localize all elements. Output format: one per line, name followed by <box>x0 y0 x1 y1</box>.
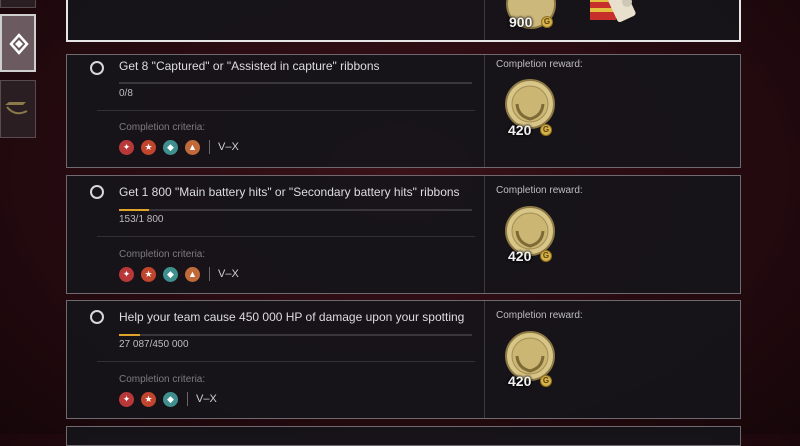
destroyer-icon: ✦ <box>119 266 134 282</box>
progress-fill <box>119 209 149 211</box>
tier-separator <box>209 267 210 281</box>
cruiser-icon: ★ <box>141 266 156 282</box>
criteria-label: Completion criteria: <box>119 122 206 133</box>
card-divider <box>484 0 485 40</box>
progress-bar <box>119 334 472 336</box>
card-divider <box>484 301 485 418</box>
task-title: Get 8 "Captured" or "Assisted in capture… <box>119 59 380 73</box>
tier-separator <box>187 392 188 406</box>
task-status-radio[interactable] <box>90 61 104 75</box>
progress-text: 0/8 <box>119 88 133 99</box>
reward-amount: 420 <box>508 248 532 264</box>
destroyer-icon: ✦ <box>119 139 134 155</box>
task-card-top[interactable]: 900 G <box>66 0 741 42</box>
task-status-radio[interactable] <box>90 310 104 324</box>
task-card[interactable]: Get 1 800 "Main battery hits" or "Second… <box>66 175 741 294</box>
coin-icon: G <box>541 16 553 28</box>
ship-class-list: ✦ ★ ◆ V–X <box>119 391 217 407</box>
reward-amount: 420 <box>508 373 532 389</box>
sidebar-tab-laurel[interactable] <box>0 80 36 138</box>
progress-fill <box>119 334 141 336</box>
destroyer-icon: ✦ <box>119 391 134 407</box>
task-title: Help your team cause 450 000 HP of damag… <box>119 310 465 324</box>
reward-amount: 900 <box>509 14 533 30</box>
progress-text: 153/1 800 <box>119 214 164 225</box>
task-card[interactable]: Get 8 "Captured" or "Assisted in capture… <box>66 54 741 168</box>
reward-label: Completion reward: <box>496 185 583 196</box>
tier-range: V–X <box>218 141 239 153</box>
task-title: Get 1 800 "Main battery hits" or "Second… <box>119 185 460 199</box>
task-card-bottom[interactable] <box>66 426 741 446</box>
ship-class-list: ✦ ★ ◆ ▲ V–X <box>119 139 239 155</box>
criteria-label: Completion criteria: <box>119 249 206 260</box>
section-divider <box>97 236 475 237</box>
diamond-emblem-icon <box>9 33 29 55</box>
aircraft-carrier-icon: ▲ <box>185 266 200 282</box>
section-divider <box>97 110 475 111</box>
card-divider <box>484 176 485 293</box>
progress-bar <box>119 209 472 211</box>
criteria-label: Completion criteria: <box>119 374 206 385</box>
sidebar <box>0 0 40 434</box>
coin-icon: G <box>540 124 552 136</box>
reward-amount: 420 <box>508 122 532 138</box>
progress-text: 27 087/450 000 <box>119 339 189 350</box>
sidebar-tab-previous[interactable] <box>0 0 36 8</box>
battleship-icon: ◆ <box>163 391 178 407</box>
reward-label: Completion reward: <box>496 59 583 70</box>
task-card[interactable]: Help your team cause 450 000 HP of damag… <box>66 300 741 419</box>
cruiser-icon: ★ <box>141 391 156 407</box>
tier-range: V–X <box>218 268 239 280</box>
section-divider <box>97 361 475 362</box>
tier-separator <box>209 140 210 154</box>
ship-class-list: ✦ ★ ◆ ▲ V–X <box>119 266 239 282</box>
task-status-radio[interactable] <box>90 185 104 199</box>
signal-flags-icon <box>590 0 636 23</box>
battleship-icon: ◆ <box>163 266 178 282</box>
progress-bar <box>119 82 472 84</box>
laurel-ship-icon <box>5 102 28 115</box>
coin-icon: G <box>540 250 552 262</box>
coin-icon: G <box>540 375 552 387</box>
tier-range: V–X <box>196 393 217 405</box>
sidebar-tab-active[interactable] <box>0 14 36 72</box>
battleship-icon: ◆ <box>163 139 178 155</box>
reward-label: Completion reward: <box>496 310 583 321</box>
aircraft-carrier-icon: ▲ <box>185 139 200 155</box>
card-divider <box>484 55 485 167</box>
cruiser-icon: ★ <box>141 139 156 155</box>
